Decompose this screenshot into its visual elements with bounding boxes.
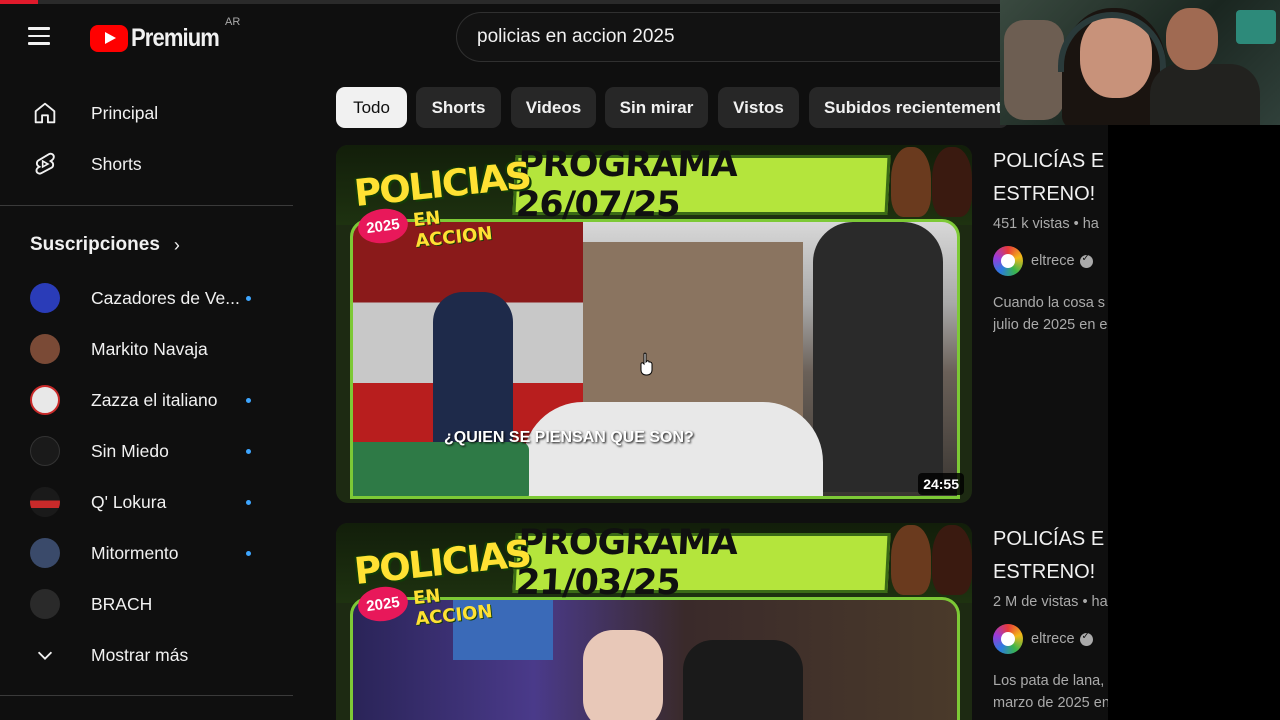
chevron-down-icon [30, 640, 60, 670]
show-logo: POLICIAS 2025 EN ACCION [352, 154, 532, 252]
subscription-label: Sin Miedo [91, 440, 169, 461]
channel-avatar [30, 334, 60, 364]
channel-avatar [30, 589, 60, 619]
show-logo: POLICIAS 2025 EN ACCION [352, 532, 532, 630]
show-more-label: Mostrar más [91, 644, 189, 665]
sidebar-divider [0, 695, 293, 696]
subscription-label: Markito Navaja [91, 338, 208, 359]
channel-name: eltrece [1031, 253, 1075, 269]
chip-videos[interactable]: Videos [511, 87, 596, 128]
top-progress-fill [0, 0, 39, 4]
subscription-item[interactable]: Markito Navaja [16, 324, 292, 374]
channel-avatar [30, 538, 60, 568]
chevron-right-icon: › [173, 234, 180, 255]
chip-todo[interactable]: Todo [336, 87, 407, 128]
program-banner: PROGRAMA 26/07/25 [512, 145, 891, 225]
chip-vistos[interactable]: Vistos [718, 87, 799, 128]
sidebar-item-shorts[interactable]: Shorts [16, 139, 292, 189]
channel-avatar [30, 283, 60, 313]
show-more-button[interactable]: Mostrar más [16, 630, 292, 680]
headset-icon [1058, 12, 1166, 72]
video-thumbnail[interactable]: PROGRAMA 21/03/25 POLICIAS 2025 EN ACCIO… [336, 523, 972, 720]
thumbnail-scene [350, 219, 960, 499]
search-input[interactable] [477, 26, 1016, 48]
video-meta: POLICÍAS E ESTRENO! 451 k vistas • ha elt… [993, 145, 1113, 336]
subscription-label: BRACH [91, 593, 153, 614]
chip-subidos-recientemente[interactable]: Subidos recientemente [809, 87, 1009, 128]
search-box[interactable] [456, 12, 1016, 62]
shorts-icon [30, 149, 60, 179]
subscription-label: Cazadores de Ve... [91, 287, 240, 308]
video-stats: 2 M de vistas • ha [993, 594, 1108, 610]
verified-icon [1079, 631, 1093, 646]
video-meta: POLICÍAS E ESTRENO! 2 M de vistas • ha el… [993, 523, 1113, 714]
subscriptions-heading[interactable]: Suscripciones › [30, 234, 180, 256]
sidebar-divider [0, 205, 293, 206]
country-code: AR [225, 16, 241, 28]
new-content-dot [246, 398, 251, 403]
video-description: Cuando la cosa s julio de 2025 en e [993, 295, 1108, 333]
chip-sin-mirar[interactable]: Sin mirar [605, 87, 708, 128]
program-banner: PROGRAMA 21/03/25 [512, 523, 891, 603]
channel-avatar [30, 385, 60, 415]
hand-cursor-icon [640, 352, 653, 376]
channel-link[interactable]: eltrece [993, 624, 1113, 654]
video-description: Los pata de lana, marzo de 2025 en [993, 673, 1110, 711]
new-content-dot [246, 551, 251, 556]
video-stats: 451 k vistas • ha [993, 216, 1099, 232]
sidebar-item-principal[interactable]: Principal [16, 88, 292, 138]
thumbnail-caption: ¿QUIEN SE PIENSAN QUE SON? [444, 429, 694, 446]
sidebar-item-label: Shorts [91, 153, 142, 174]
subscription-item[interactable]: BRACH [16, 579, 292, 629]
video-duration: 24:55 [918, 473, 964, 495]
video-title[interactable]: POLICÍAS E ESTRENO! [993, 145, 1113, 211]
subscription-label: Zazza el italiano [91, 389, 218, 410]
channel-avatar [30, 436, 60, 466]
subscription-label: Q' Lokura [91, 491, 167, 512]
sidebar-item-label: Principal [91, 102, 159, 123]
youtube-play-icon [90, 24, 128, 52]
video-title[interactable]: POLICÍAS E ESTRENO! [993, 523, 1113, 589]
channel-link[interactable]: eltrece [993, 246, 1113, 276]
subscription-label: Mitormento [91, 542, 179, 563]
chip-shorts[interactable]: Shorts [416, 87, 501, 128]
logo-text: Premium [131, 23, 220, 52]
verified-icon [1079, 253, 1093, 268]
channel-avatar [30, 487, 60, 517]
webcam-overlay [1000, 0, 1280, 125]
new-content-dot [246, 500, 251, 505]
new-content-dot [246, 296, 251, 301]
channel-name: eltrece [1031, 631, 1075, 647]
subscriptions-title: Suscripciones [30, 234, 160, 255]
new-content-dot [246, 449, 251, 454]
video-thumbnail[interactable]: PROGRAMA 26/07/25 POLICIAS 2025 EN ACCIO… [336, 145, 972, 503]
channel-avatar [993, 624, 1023, 654]
menu-icon[interactable] [28, 22, 64, 54]
youtube-premium-logo[interactable]: Premium AR [90, 16, 240, 56]
channel-avatar [993, 246, 1023, 276]
home-icon [30, 98, 60, 128]
